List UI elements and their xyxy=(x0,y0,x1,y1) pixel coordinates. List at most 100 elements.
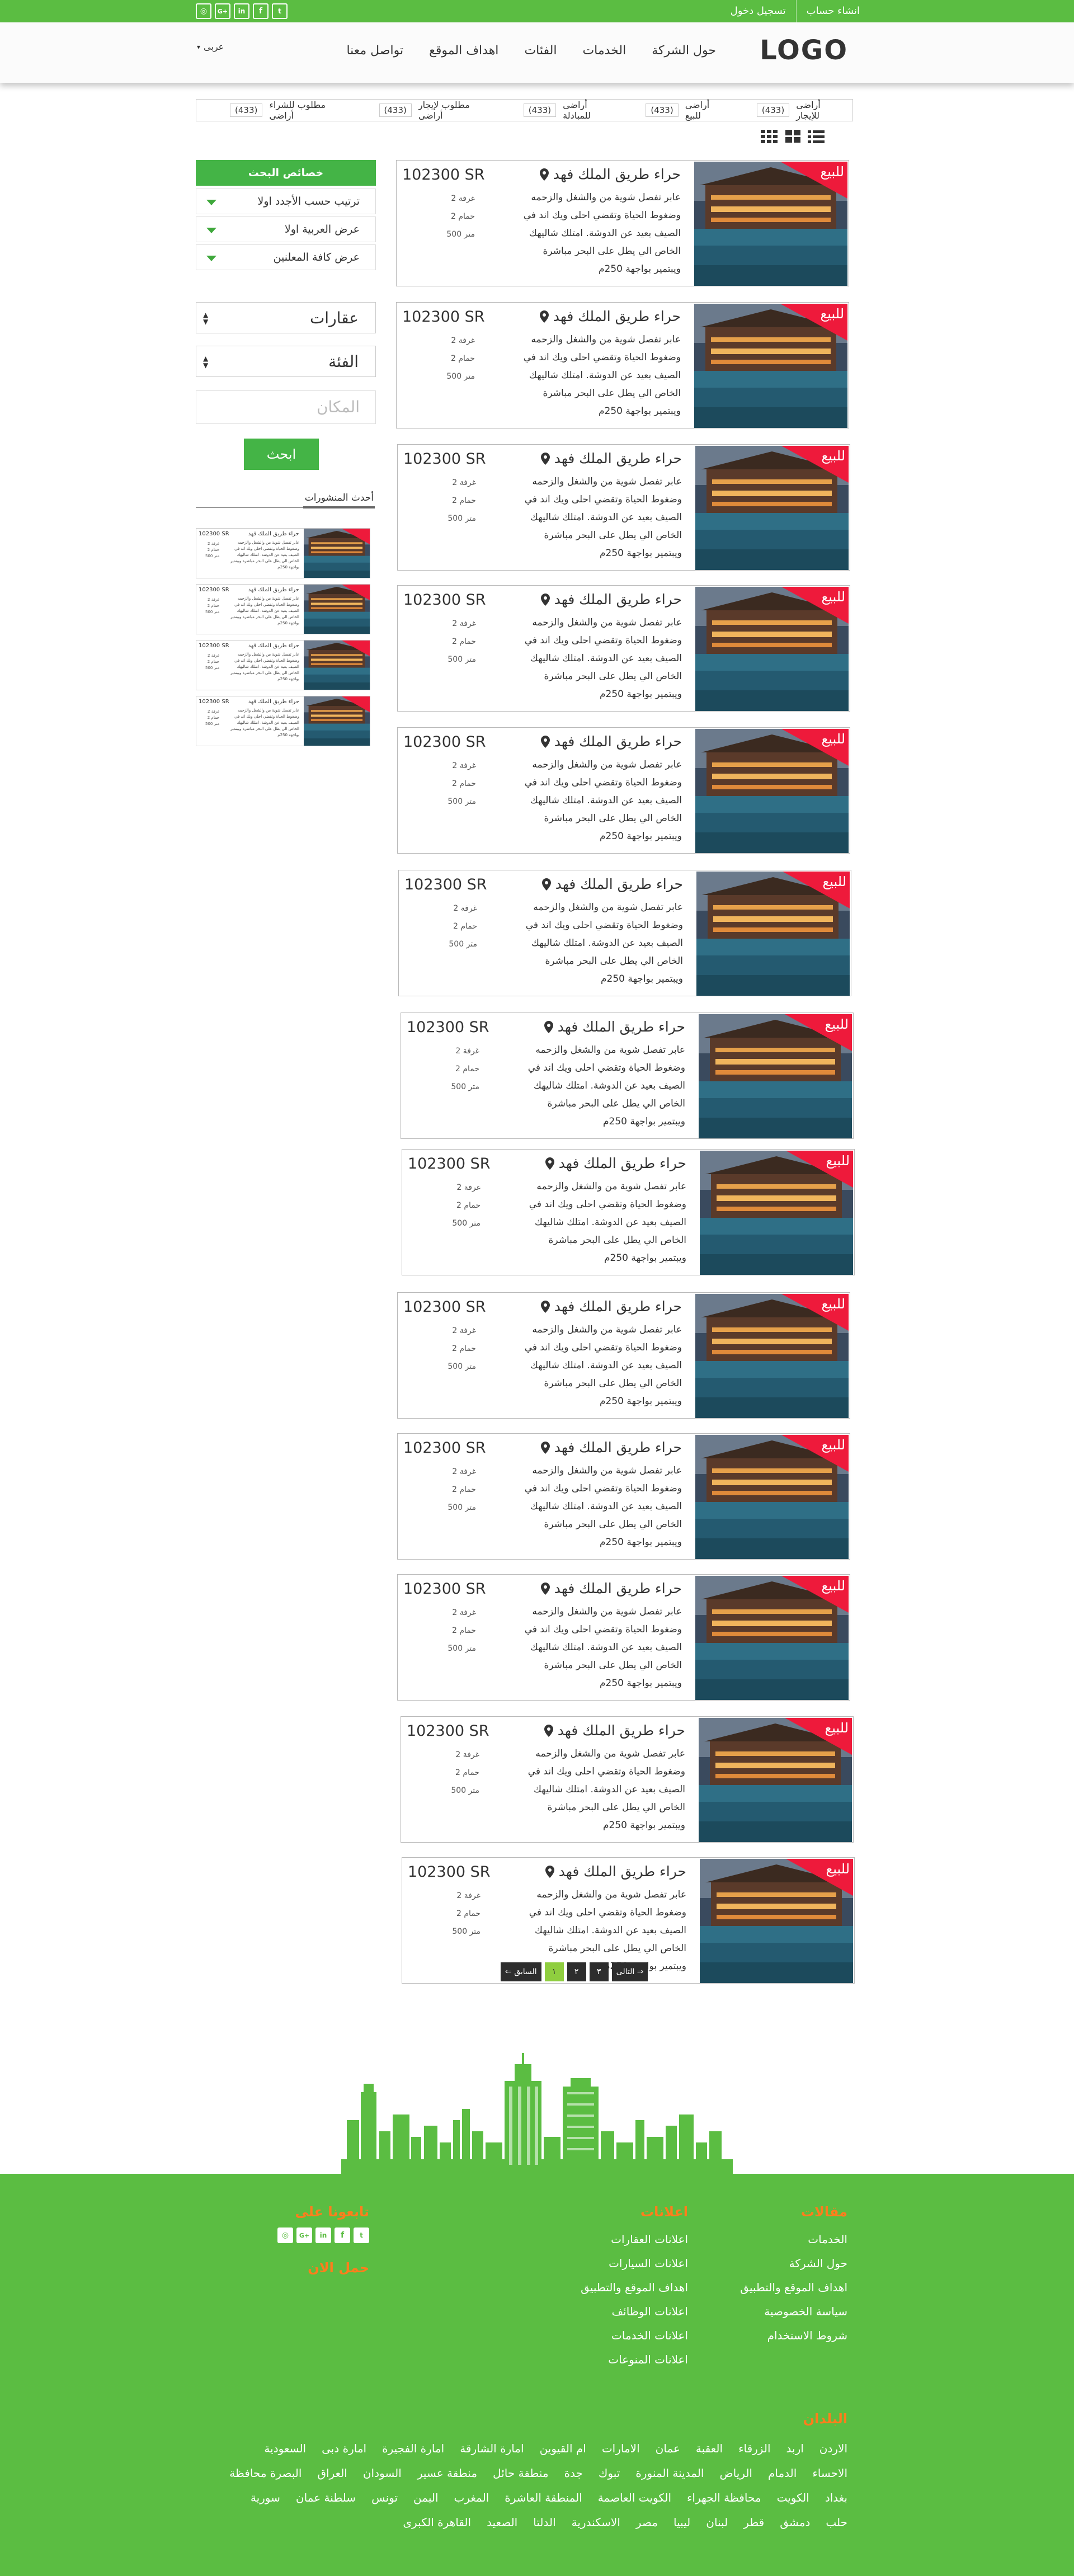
country-link[interactable]: قطر xyxy=(743,2510,764,2535)
listing-title[interactable]: حراء طريق الملك فهد xyxy=(541,876,683,892)
listing-image[interactable]: للبيع xyxy=(695,587,849,711)
sort-option-arabic[interactable]: عرض العربية اولا xyxy=(196,216,376,242)
latest-post-item[interactable]: حراء طريق الملك فهد 102300 SR عابر تفصل شو… xyxy=(196,640,370,690)
listing-card[interactable]: للبيع حراء طريق الملك فهد عابر تفصل شوية م… xyxy=(397,585,850,712)
instagram-icon[interactable]: ◎ xyxy=(196,3,211,19)
pagination-page-1[interactable]: ١ xyxy=(544,1962,564,1981)
listing-image[interactable]: للبيع xyxy=(695,1294,849,1418)
listing-image[interactable]: للبيع xyxy=(695,729,849,853)
listing-image[interactable]: للبيع xyxy=(700,1151,853,1275)
twitter-icon[interactable]: t xyxy=(272,3,288,19)
country-link[interactable]: المغرب xyxy=(454,2485,489,2510)
category-item[interactable]: مطلوب للشراء أراضى (433) xyxy=(230,100,345,121)
nav-item-services[interactable]: الخدمات xyxy=(582,44,626,58)
listing-image[interactable]: للبيع xyxy=(699,1014,852,1138)
listing-image[interactable]: للبيع xyxy=(699,1718,852,1842)
country-link[interactable]: الاردن xyxy=(819,2436,847,2461)
sort-option-newest[interactable]: ترتيب حسب الأجدد اولا xyxy=(196,189,376,214)
country-link[interactable]: حلب xyxy=(826,2510,847,2535)
category-item[interactable]: أراضى للإيجار (433) xyxy=(756,100,841,121)
country-link[interactable]: منطقة عسير xyxy=(417,2461,477,2485)
footer-link[interactable]: اعلانات الخدمات xyxy=(581,2324,688,2348)
country-link[interactable]: السودان xyxy=(363,2461,402,2485)
listing-title[interactable]: حراء طريق الملك فهد xyxy=(544,1019,685,1035)
country-link[interactable]: اليمن xyxy=(413,2485,438,2510)
nav-item-categories[interactable]: الفئات xyxy=(524,44,557,58)
listing-title[interactable]: حراء طريق الملك فهد xyxy=(539,166,681,182)
footer-link[interactable]: اعلانات المنوعات xyxy=(581,2348,688,2372)
listing-image[interactable]: للبيع xyxy=(696,872,850,996)
country-link[interactable]: جدة xyxy=(564,2461,583,2485)
facebook-icon[interactable]: f xyxy=(253,3,268,19)
listing-title[interactable]: حراء طريق الملك فهد xyxy=(540,450,682,467)
pagination-page-2[interactable]: ٢ xyxy=(567,1962,586,1981)
listing-image[interactable]: للبيع xyxy=(694,304,847,428)
listing-image[interactable]: للبيع xyxy=(700,1859,853,1983)
register-link[interactable]: انشاء حساب xyxy=(795,0,870,22)
grid-large-icon[interactable] xyxy=(784,130,801,143)
country-link[interactable]: المنطقة العاشرة xyxy=(505,2485,582,2510)
pagination-prev[interactable]: ⇐ السابق xyxy=(501,1962,541,1981)
footer-link[interactable]: اهداف الموقع والتطبيق xyxy=(740,2276,847,2300)
country-link[interactable]: مصر xyxy=(636,2510,658,2535)
linkedin-icon[interactable]: in xyxy=(234,3,249,19)
listing-card[interactable]: للبيع حراء طريق الملك فهد عابر تفصل شوية م… xyxy=(397,1292,850,1419)
latest-post-item[interactable]: حراء طريق الملك فهد 102300 SR عابر تفصل شو… xyxy=(196,696,370,746)
footer-link[interactable]: شروط الاستخدام xyxy=(740,2324,847,2348)
footer-link[interactable]: اعلانات الوظائف xyxy=(581,2300,688,2324)
nav-item-goals[interactable]: اهداف الموقع xyxy=(429,44,498,58)
country-link[interactable]: الكويت العاصمة xyxy=(598,2485,671,2510)
pagination-page-3[interactable]: ٣ xyxy=(589,1962,609,1981)
footer-download-heading[interactable]: حمل الان xyxy=(277,2260,369,2276)
country-link[interactable]: الكويت xyxy=(777,2485,809,2510)
grid-small-icon[interactable] xyxy=(761,130,778,143)
listing-title[interactable]: حراء طريق الملك فهد xyxy=(545,1155,686,1171)
country-link[interactable]: دمشق xyxy=(780,2510,810,2535)
country-link[interactable]: الاسكندرية xyxy=(572,2510,620,2535)
listing-title[interactable]: حراء طريق الملك فهد xyxy=(540,1439,682,1456)
listing-title[interactable]: حراء طريق الملك فهد xyxy=(540,1298,682,1315)
country-link[interactable]: ليبيا xyxy=(673,2510,690,2535)
listing-title[interactable]: حراء طريق الملك فهد xyxy=(545,1863,686,1880)
latest-post-item[interactable]: حراء طريق الملك فهد 102300 SR عابر تفصل شو… xyxy=(196,584,370,634)
country-link[interactable]: البصرة محافظة xyxy=(229,2461,302,2485)
language-switcher[interactable]: ▾ عربى xyxy=(197,41,224,52)
listing-title[interactable]: حراء طريق الملك فهد xyxy=(544,1722,685,1739)
country-link[interactable]: سورية xyxy=(251,2485,280,2510)
country-link[interactable]: محافظة الجهراء xyxy=(687,2485,761,2510)
twitter-icon[interactable]: t xyxy=(354,2227,369,2243)
footer-link[interactable]: اهداف الموقع والتطبيق xyxy=(581,2276,688,2300)
instagram-icon[interactable]: ◎ xyxy=(277,2227,293,2243)
location-input[interactable]: المكان xyxy=(196,390,376,424)
pagination-next[interactable]: التالى ⇒ xyxy=(611,1962,648,1981)
listing-card[interactable]: للبيع حراء طريق الملك فهد عابر تفصل شوية م… xyxy=(402,1149,855,1275)
listing-card[interactable]: للبيع حراء طريق الملك فهد عابر تفصل شوية م… xyxy=(397,444,850,571)
country-link[interactable]: عمان xyxy=(656,2436,680,2461)
country-link[interactable]: العراق xyxy=(317,2461,347,2485)
category-item[interactable]: أراضى للمبادلة (433) xyxy=(523,100,613,121)
latest-post-item[interactable]: حراء طريق الملك فهد 102300 SR عابر تفصل شو… xyxy=(196,528,370,578)
country-link[interactable]: الزرقاء xyxy=(738,2436,770,2461)
linkedin-icon[interactable]: in xyxy=(315,2227,331,2243)
country-link[interactable]: امارة دبى xyxy=(322,2436,366,2461)
footer-link[interactable]: اعلانات العقارات xyxy=(581,2227,688,2252)
google-plus-icon[interactable]: G+ xyxy=(215,3,230,19)
country-link[interactable]: امارة الشارقة xyxy=(460,2436,524,2461)
nav-item-about[interactable]: حول الشركة xyxy=(652,44,716,58)
country-link[interactable]: الصعيد xyxy=(487,2510,517,2535)
sort-option-advertisers[interactable]: عرض كافة المعلنين xyxy=(196,244,376,270)
listing-title[interactable]: حراء طريق الملك فهد xyxy=(540,733,682,750)
category-item[interactable]: مطلوب لإيجار أراضى (433) xyxy=(379,100,490,121)
country-link[interactable]: لبنان xyxy=(706,2510,728,2535)
listing-image[interactable]: للبيع xyxy=(695,1576,849,1700)
country-link[interactable]: تبوك xyxy=(599,2461,620,2485)
category-select[interactable]: ▲ ▼ الفئة xyxy=(196,346,376,377)
google-plus-icon[interactable]: G+ xyxy=(296,2227,312,2243)
nav-item-contact[interactable]: تواصل معنا xyxy=(346,44,403,58)
listing-image[interactable]: للبيع xyxy=(695,446,849,570)
site-logo[interactable]: LOGO xyxy=(760,35,848,66)
listing-card[interactable]: للبيع حراء طريق الملك فهد عابر تفصل شوية م… xyxy=(396,302,849,428)
country-link[interactable]: اربد xyxy=(786,2436,804,2461)
login-link[interactable]: تسجيل دخول xyxy=(720,0,796,22)
country-link[interactable]: امارة الفجيرة xyxy=(382,2436,444,2461)
